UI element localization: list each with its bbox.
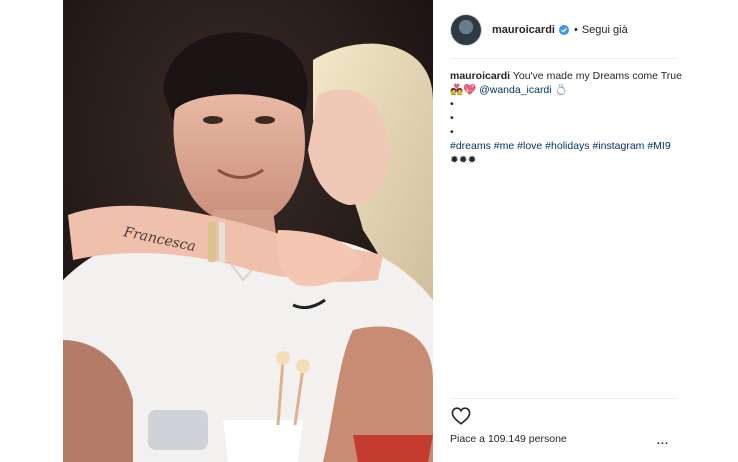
post-photo[interactable]: Francesca	[63, 0, 433, 462]
hashtag-instagram[interactable]: #instagram	[592, 140, 644, 152]
hashtag-mi9[interactable]: #MI9	[647, 140, 670, 152]
caption-trailing: ✹✹✹	[450, 154, 477, 166]
hashtag-holidays[interactable]: #holidays	[545, 140, 589, 152]
caption-bullet: •	[450, 112, 454, 124]
username-link[interactable]: mauroicardi	[492, 24, 555, 36]
avatar[interactable]	[450, 14, 482, 46]
post-header: mauroicardi • Segui già	[450, 13, 693, 47]
verified-badge-icon	[558, 25, 569, 35]
hashtag-dreams[interactable]: #dreams	[450, 140, 491, 152]
following-button[interactable]: Segui già	[582, 24, 628, 36]
hashtag-me[interactable]: #me	[494, 140, 514, 152]
separator-dot: •	[573, 24, 578, 36]
caption-mention[interactable]: @wanda_icardi	[479, 84, 552, 96]
caption-bullet: •	[450, 98, 454, 110]
more-options-icon[interactable]: ...	[657, 435, 669, 447]
actions-divider	[450, 398, 677, 399]
post-caption: mauroicardi You've made my Dreams come T…	[450, 69, 682, 167]
header-divider	[450, 58, 677, 59]
likes-count[interactable]: Piace a 109.149 persone	[450, 433, 567, 445]
post-side-panel: mauroicardi • Segui già mauroicardi You'…	[433, 0, 693, 462]
heart-icon[interactable]	[451, 407, 471, 425]
hashtag-love[interactable]: #love	[517, 140, 542, 152]
caption-text-end: 💍	[551, 84, 568, 96]
caption-author[interactable]: mauroicardi	[450, 70, 510, 82]
photo-illustration: Francesca	[63, 0, 433, 462]
caption-bullet: •	[450, 126, 454, 138]
instagram-post-embed: Francesca mauroicardi • Segui già mauroi…	[0, 0, 738, 462]
